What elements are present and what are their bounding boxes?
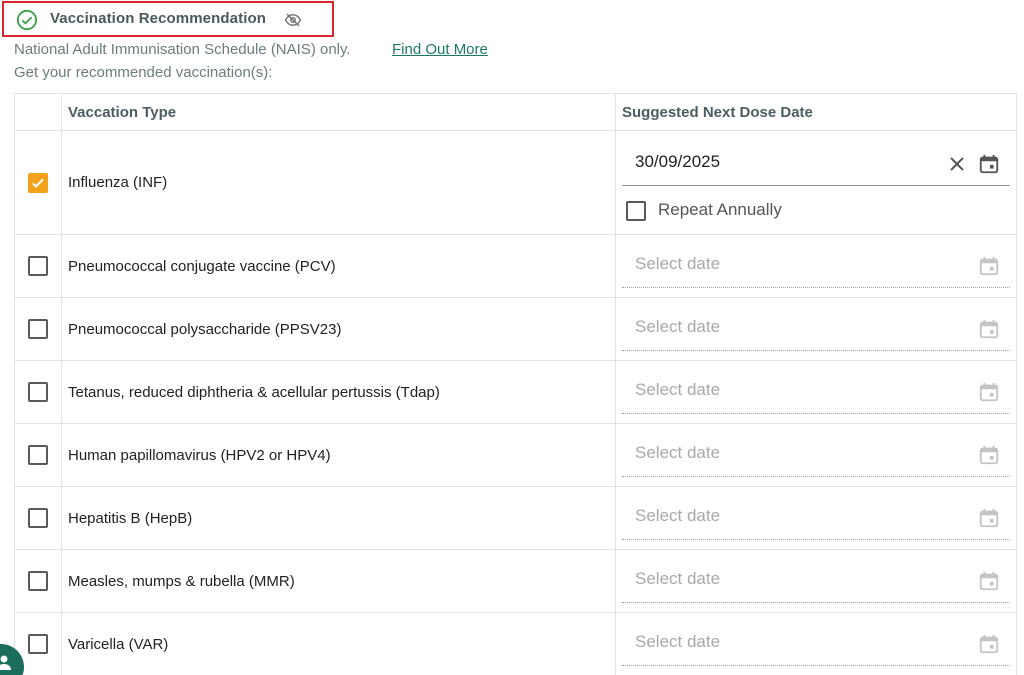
table-header-row: Vaccation Type Suggested Next Dose Date — [14, 93, 1017, 131]
checkmark-icon — [32, 178, 44, 188]
repeat-annually[interactable]: Repeat Annually — [622, 186, 1010, 226]
find-out-more-link[interactable]: Find Out More — [392, 41, 488, 58]
table-row: Human papillomavirus (HPV2 or HPV4) Sele… — [14, 423, 1017, 487]
repeat-label: Repeat Annually — [658, 200, 782, 219]
date-cell: Select date — [615, 297, 1017, 361]
column-header-type: Vaccation Type — [61, 93, 616, 131]
person-icon — [0, 655, 11, 670]
table-row: Influenza (INF) 30/09/2025 Repeat Annual… — [14, 130, 1017, 235]
column-header-date: Suggested Next Dose Date — [615, 93, 1017, 131]
select-column-header — [14, 93, 62, 131]
recommend-text: Get your recommended vaccination(s): — [14, 64, 273, 81]
date-input[interactable]: Select date — [622, 495, 1010, 540]
calendar-icon[interactable] — [978, 507, 1000, 529]
vaccine-name: Varicella (VAR) — [61, 612, 616, 675]
vaccination-table: Vaccation Type Suggested Next Dose Date … — [14, 93, 1017, 675]
checkbox-cell — [14, 234, 62, 298]
repeat-checkbox[interactable] — [626, 201, 646, 221]
date-placeholder: Select date — [635, 316, 721, 336]
date-input[interactable]: Select date — [622, 306, 1010, 351]
vaccine-name: Human papillomavirus (HPV2 or HPV4) — [61, 423, 616, 487]
section-header: Vaccination Recommendation — [2, 1, 334, 37]
date-placeholder: Select date — [635, 442, 721, 462]
calendar-icon[interactable] — [978, 255, 1000, 277]
schedule-text: National Adult Immunisation Schedule (NA… — [14, 41, 351, 58]
date-placeholder: Select date — [635, 253, 721, 273]
vaccine-name: Influenza (INF) — [61, 130, 616, 235]
calendar-icon[interactable] — [978, 444, 1000, 466]
calendar-icon[interactable] — [978, 153, 1000, 175]
clear-icon[interactable] — [948, 155, 966, 173]
table-row: Pneumococcal conjugate vaccine (PCV) Sel… — [14, 234, 1017, 298]
date-cell: Select date — [615, 360, 1017, 424]
table-row: Pneumococcal polysaccharide (PPSV23) Sel… — [14, 297, 1017, 361]
vaccine-name: Tetanus, reduced diphtheria & acellular … — [61, 360, 616, 424]
section-title: Vaccination Recommendation — [50, 10, 266, 27]
calendar-icon[interactable] — [978, 318, 1000, 340]
vaccine-name: Measles, mumps & rubella (MMR) — [61, 549, 616, 613]
row-checkbox[interactable] — [28, 508, 48, 528]
row-checkbox[interactable] — [28, 634, 48, 654]
date-input[interactable]: Select date — [622, 369, 1010, 414]
vaccine-name: Pneumococcal conjugate vaccine (PCV) — [61, 234, 616, 298]
calendar-icon[interactable] — [978, 381, 1000, 403]
date-input[interactable]: Select date — [622, 432, 1010, 477]
date-placeholder: Select date — [635, 631, 721, 651]
checkbox-cell — [14, 360, 62, 424]
eye-off-icon[interactable] — [284, 11, 302, 29]
row-checkbox[interactable] — [28, 319, 48, 339]
date-cell: Select date — [615, 612, 1017, 675]
checkbox-cell — [14, 130, 62, 235]
vaccine-name: Pneumococcal polysaccharide (PPSV23) — [61, 297, 616, 361]
date-input[interactable]: Select date — [622, 621, 1010, 666]
calendar-icon[interactable] — [978, 633, 1000, 655]
table-row: Measles, mumps & rubella (MMR) Select da… — [14, 549, 1017, 613]
check-circle-icon — [16, 9, 38, 31]
calendar-icon[interactable] — [978, 570, 1000, 592]
row-checkbox[interactable] — [28, 382, 48, 402]
table-row: Varicella (VAR) Select date — [14, 612, 1017, 675]
checkbox-cell — [14, 423, 62, 487]
date-cell: Select date — [615, 234, 1017, 298]
date-input[interactable]: 30/09/2025 — [622, 141, 1010, 186]
row-checkbox[interactable] — [28, 445, 48, 465]
checkbox-cell — [14, 486, 62, 550]
table-row: Hepatitis B (HepB) Select date — [14, 486, 1017, 550]
date-cell: Select date — [615, 486, 1017, 550]
date-cell: 30/09/2025 Repeat Annually — [615, 130, 1017, 235]
row-checkbox[interactable] — [28, 571, 48, 591]
checkbox-cell — [14, 297, 62, 361]
vaccine-name: Hepatitis B (HepB) — [61, 486, 616, 550]
date-placeholder: Select date — [635, 568, 721, 588]
row-checkbox[interactable] — [28, 256, 48, 276]
date-placeholder: Select date — [635, 505, 721, 525]
checkbox-cell — [14, 549, 62, 613]
date-cell: Select date — [615, 549, 1017, 613]
row-checkbox[interactable] — [28, 172, 48, 193]
date-placeholder: Select date — [635, 379, 721, 399]
date-value: 30/09/2025 — [635, 152, 721, 171]
table-row: Tetanus, reduced diphtheria & acellular … — [14, 360, 1017, 424]
date-input[interactable]: Select date — [622, 558, 1010, 603]
date-input[interactable]: Select date — [622, 243, 1010, 288]
date-cell: Select date — [615, 423, 1017, 487]
